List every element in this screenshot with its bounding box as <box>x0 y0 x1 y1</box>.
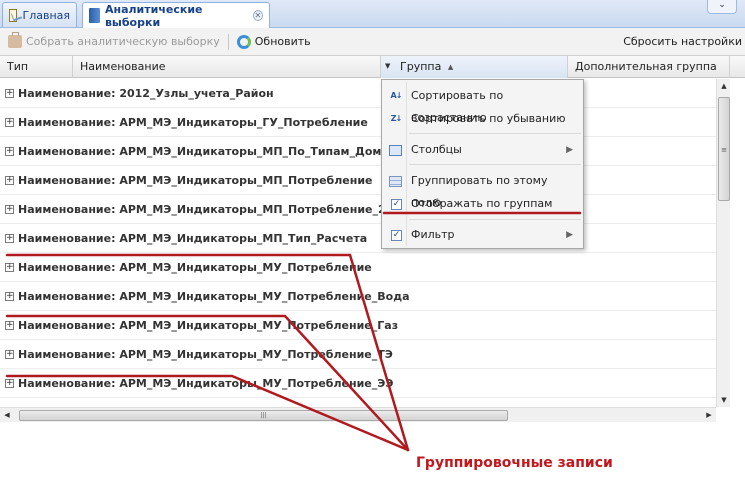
tab-strip: Главная Аналитические выборки ✕ ⌄ <box>0 0 745 29</box>
group-row[interactable]: + Наименование: АРМ_МЭ_Индикаторы_МУ_Потр… <box>0 340 716 369</box>
group-row-label: Наименование: АРМ_МЭ_Индикаторы_МУ_Потре… <box>18 377 394 390</box>
group-row-label: Наименование: АРМ_МЭ_Индикаторы_МУ_Потре… <box>18 290 410 303</box>
bag-icon <box>8 32 22 48</box>
group-row[interactable]: + Наименование: 2012_Узлы_учета_Район <box>0 79 716 108</box>
group-row-label: Наименование: АРМ_МЭ_Индикаторы_МП_По_Ти… <box>18 145 396 158</box>
expand-plus-icon[interactable]: + <box>5 321 14 330</box>
menu-separator <box>409 219 581 220</box>
scroll-left-icon[interactable]: ◀ <box>0 408 14 423</box>
vertical-scrollbar[interactable]: ▲ ≡ ▼ <box>716 79 730 407</box>
expand-plus-icon[interactable]: + <box>5 379 14 388</box>
menu-item-show-in-groups-label: Отображать по группам <box>411 197 553 210</box>
column-header-group[interactable]: Группа ▲ <box>381 56 568 78</box>
expand-plus-icon[interactable]: + <box>5 350 14 359</box>
refresh-label: Обновить <box>254 35 311 48</box>
refresh-icon <box>236 34 251 49</box>
tab-analytics[interactable]: Аналитические выборки ✕ <box>82 2 270 29</box>
group-row[interactable]: + Наименование: АРМ_МЭ_Индикаторы_МУ_Потр… <box>0 311 716 340</box>
column-menu-trigger-icon[interactable]: ▼ <box>385 62 393 70</box>
group-row-label: Наименование: АРМ_МЭ_Индикаторы_МП_Тип_Р… <box>18 232 368 245</box>
group-row[interactable]: + Наименование: АРМ_МЭ_Индикаторы_ГУ_Потр… <box>0 108 716 137</box>
group-row[interactable]: + Наименование: АРМ_МЭ_Индикаторы_МУ_Потр… <box>0 369 716 398</box>
expand-plus-icon[interactable]: + <box>5 292 14 301</box>
expand-plus-icon[interactable]: + <box>5 118 14 127</box>
group-row-label: Наименование: АРМ_МЭ_Индикаторы_МП_Потре… <box>18 174 373 187</box>
expand-plus-icon[interactable]: + <box>5 263 14 272</box>
book-icon <box>89 8 100 23</box>
submenu-arrow-icon: ▶ <box>566 230 573 240</box>
menu-item-columns[interactable]: Столбцы ▶ <box>384 139 581 161</box>
toolbar: Собрать аналитическую выборку Обновить С… <box>0 28 745 56</box>
expand-plus-icon[interactable]: + <box>5 89 14 98</box>
tab-menu-button[interactable]: ⌄ <box>707 0 737 14</box>
group-row[interactable]: + Наименование: АРМ_МЭ_Индикаторы_МП_Тип_… <box>0 224 716 253</box>
chevron-down-icon: ⌄ <box>718 0 726 10</box>
expand-plus-icon[interactable]: + <box>5 176 14 185</box>
grid-header: Тип Наименование Группа ▲ ▼ Дополнительн… <box>0 56 745 78</box>
horizontal-scroll-thumb[interactable]: ||| <box>19 410 508 421</box>
menu-separator <box>409 133 581 134</box>
horizontal-scrollbar[interactable]: ◀ ||| ▶ <box>0 407 716 422</box>
column-header-name[interactable]: Наименование <box>73 56 381 78</box>
group-row-label: Наименование: АРМ_МЭ_Индикаторы_МУ_Потре… <box>18 348 393 361</box>
expand-plus-icon[interactable]: + <box>5 234 14 243</box>
toolbar-separator <box>227 33 229 50</box>
sort-za-icon: Z↓ <box>390 114 403 123</box>
group-row-label: Наименование: АРМ_МЭ_Индикаторы_МП_Потре… <box>18 203 386 216</box>
sort-az-icon: A↓ <box>390 91 403 100</box>
menu-item-sort-desc[interactable]: Z↓ Сортировать по убыванию <box>384 108 581 130</box>
menu-item-sort-asc[interactable]: A↓ Сортировать по возрастанию <box>384 85 581 124</box>
group-row[interactable]: + Наименование: АРМ_МЭ_Индикаторы_МП_По_Т… <box>0 137 716 166</box>
menu-item-show-in-groups[interactable]: ✓ Отображать по группам <box>384 193 581 215</box>
checkbox-checked-icon: ✓ <box>391 199 402 210</box>
column-header-group-label: Группа <box>400 60 442 73</box>
group-row-label: Наименование: АРМ_МЭ_Индикаторы_МУ_Потре… <box>18 261 372 274</box>
menu-item-sort-desc-label: Сортировать по убыванию <box>411 112 566 125</box>
columns-icon <box>389 145 402 156</box>
column-header-extra-group[interactable]: Дополнительная группа <box>568 56 730 78</box>
menu-item-group-by-field[interactable]: Группировать по этому полю <box>384 170 581 209</box>
group-row-label: Наименование: АРМ_МЭ_Индикаторы_ГУ_Потре… <box>18 116 368 129</box>
menu-item-filter-label: Фильтр <box>411 228 455 241</box>
grid-body: + Наименование: 2012_Узлы_учета_Район + Наи… <box>0 79 716 401</box>
menu-item-columns-label: Столбцы <box>411 143 462 156</box>
scroll-down-icon[interactable]: ▼ <box>717 393 731 407</box>
submenu-arrow-icon: ▶ <box>566 145 573 155</box>
group-row[interactable]: + Наименование: АРМ_МЭ_Индикаторы_МУ_Потр… <box>0 253 716 282</box>
expand-plus-icon[interactable]: + <box>5 147 14 156</box>
collect-selection-label: Собрать аналитическую выборку <box>26 35 220 48</box>
scroll-right-icon[interactable]: ▶ <box>702 408 716 423</box>
collect-selection-button[interactable]: Собрать аналитическую выборку <box>6 32 222 50</box>
menu-separator <box>409 164 581 165</box>
expand-plus-icon[interactable]: + <box>5 205 14 214</box>
group-row[interactable]: + Наименование: АРМ_МЭ_Индикаторы_МП_Потр… <box>0 166 716 195</box>
reset-settings-button[interactable]: Сбросить настройки <box>623 35 742 48</box>
group-row[interactable]: + Наименование: АРМ_МЭ_Индикаторы_МП_Потр… <box>0 195 716 224</box>
column-header-type[interactable]: Тип <box>0 56 73 78</box>
annotation-label: Группировочные записи <box>416 455 613 471</box>
column-context-menu: A↓ Сортировать по возрастанию Z↓ Сортиро… <box>381 79 584 249</box>
group-by-icon <box>389 176 402 187</box>
sort-asc-icon: ▲ <box>447 63 454 71</box>
scroll-up-icon[interactable]: ▲ <box>717 79 731 93</box>
group-row-label: Наименование: АРМ_МЭ_Индикаторы_МУ_Потре… <box>18 319 399 332</box>
menu-item-filter[interactable]: ✓ Фильтр ▶ <box>384 224 581 246</box>
close-icon[interactable]: ✕ <box>252 10 263 21</box>
group-row-label: Наименование: 2012_Узлы_учета_Район <box>18 87 274 100</box>
tab-home-label: Главная <box>22 8 70 22</box>
vertical-scroll-thumb[interactable]: ≡ <box>718 97 730 201</box>
tab-analytics-label: Аналитические выборки <box>104 2 203 29</box>
group-row[interactable]: + Наименование: АРМ_МЭ_Индикаторы_МУ_Потр… <box>0 282 716 311</box>
checkbox-checked-icon: ✓ <box>391 230 402 241</box>
home-edit-icon <box>9 8 18 22</box>
tab-home[interactable]: Главная <box>2 2 77 27</box>
refresh-button[interactable]: Обновить <box>235 33 313 51</box>
